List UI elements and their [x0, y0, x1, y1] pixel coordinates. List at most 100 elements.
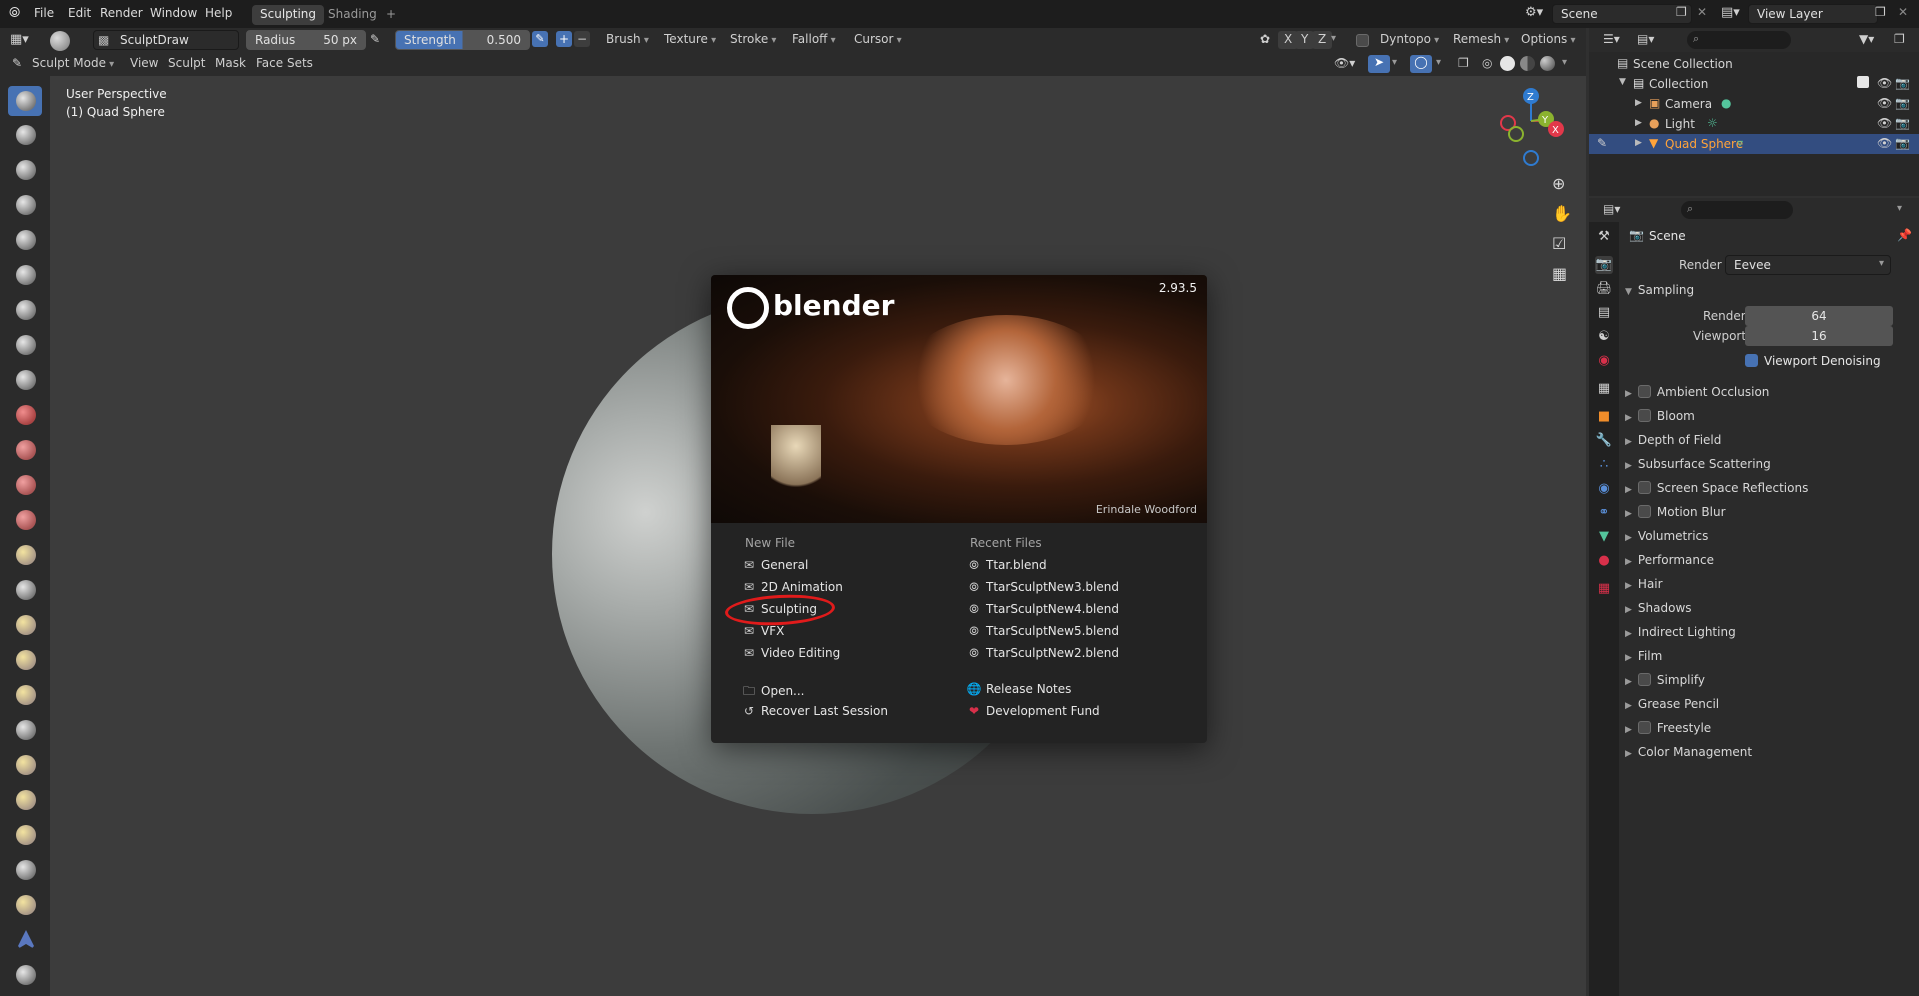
view-layer-field[interactable]: View Layer — [1748, 4, 1878, 24]
sculpt-menu[interactable]: Sculpt — [162, 55, 211, 73]
tool-inflate[interactable] — [8, 295, 42, 325]
new-file-video-editing[interactable]: ✉ Video Editing — [741, 646, 840, 660]
properties-search-input[interactable]: ⌕ — [1681, 201, 1793, 219]
tab-collection-icon[interactable]: ▦ — [1595, 380, 1613, 398]
gizmo-dropdown-icon[interactable]: ▾ — [1392, 57, 1397, 68]
section-subsurface-scattering[interactable]: ▶ Subsurface Scattering — [1625, 457, 1771, 471]
radius-field[interactable]: Radius 50 px — [246, 30, 366, 50]
symmetry-z-button[interactable]: Z — [1312, 31, 1333, 49]
section-hair[interactable]: ▶ Hair — [1625, 577, 1663, 591]
properties-editor-icon[interactable]: ▤▾ — [1603, 202, 1620, 216]
wireframe-shading-icon[interactable]: ◎ — [1482, 56, 1492, 70]
section-motion-blur[interactable]: ▶ Motion Blur — [1625, 505, 1726, 519]
texture-menu[interactable]: Texture — [658, 31, 722, 49]
mesh-data-icon[interactable]: ▿ — [1737, 136, 1743, 150]
ortho-grid-icon[interactable]: ▦ — [1552, 264, 1567, 283]
section-performance[interactable]: ▶ Performance — [1625, 553, 1714, 567]
tool-clay-strips[interactable] — [8, 190, 42, 220]
render-samples-field[interactable]: 64 — [1745, 306, 1893, 326]
strength-field[interactable]: Strength 0.500 — [395, 30, 530, 50]
tab-physics-icon[interactable]: ◉ — [1595, 480, 1613, 498]
brush-preview-icon[interactable] — [50, 31, 70, 51]
viewport-denoising-toggle[interactable]: Viewport Denoising — [1745, 354, 1881, 368]
radius-pressure-icon[interactable]: ✎ — [370, 32, 380, 46]
section-enable-checkbox[interactable] — [1637, 721, 1651, 734]
tab-modifiers-icon[interactable]: 🔧 — [1595, 432, 1613, 450]
tool-rotate[interactable] — [8, 820, 42, 850]
tab-particles-icon[interactable]: ∴ — [1595, 456, 1613, 474]
tab-sculpting[interactable]: Sculpting — [252, 5, 325, 25]
section-enable-checkbox[interactable] — [1637, 409, 1651, 422]
tool-fill[interactable] — [8, 470, 42, 500]
symmetry-icon[interactable]: ✿ — [1260, 32, 1270, 46]
mode-selector[interactable]: Sculpt Mode — [26, 55, 120, 73]
tab-view-layer-icon[interactable]: ▤ — [1595, 304, 1613, 322]
recent-file-5[interactable]: ⦾ TtarSculptNew2.blend — [966, 646, 1119, 661]
tool-snake-hook[interactable] — [8, 680, 42, 710]
camera-view-icon[interactable]: ☑ — [1552, 234, 1566, 253]
menu-file[interactable]: File — [34, 6, 54, 20]
recent-file-4[interactable]: ⦾ TtarSculptNew5.blend — [966, 624, 1119, 639]
outliner-row-light[interactable]: ▶ ● Light ☼ 👁 📷 — [1589, 114, 1919, 134]
tool-smooth[interactable] — [8, 400, 42, 430]
tab-texture-icon[interactable]: ▦ — [1595, 580, 1613, 598]
new-scene-icon[interactable]: ❐ — [1676, 5, 1687, 19]
outliner-row-quad-sphere[interactable]: ✎ ▶ ▼ Quad Sphere ▿ 👁 📷 — [1589, 134, 1919, 154]
shading-dropdown-icon[interactable]: ▾ — [1562, 57, 1567, 68]
section-grease-pencil[interactable]: ▶ Grease Pencil — [1625, 697, 1719, 711]
camera-eye-icon[interactable]: 👁 — [1877, 96, 1892, 110]
tool-draw[interactable] — [8, 86, 42, 116]
scene-name-field[interactable]: Scene — [1552, 4, 1692, 24]
stroke-menu[interactable]: Stroke — [724, 31, 782, 49]
direction-subtract-button[interactable]: − — [574, 31, 590, 47]
tab-tool-icon[interactable]: ⚒ — [1595, 228, 1613, 246]
mask-menu[interactable]: Mask — [209, 55, 252, 73]
tool-clay-thumb[interactable] — [8, 225, 42, 255]
menu-render[interactable]: Render — [100, 6, 143, 20]
tool-grab[interactable] — [8, 610, 42, 640]
strength-pressure-icon[interactable]: ✎ — [532, 31, 548, 47]
sculpt-edit-icon[interactable]: ✎ — [1597, 136, 1607, 150]
recent-file-1[interactable]: ⦾ Ttar.blend — [966, 558, 1046, 573]
delete-view-layer-icon[interactable]: ✕ — [1898, 5, 1908, 19]
new-view-layer-icon[interactable]: ❐ — [1875, 5, 1886, 19]
section-enable-checkbox[interactable] — [1637, 673, 1651, 686]
options-menu[interactable]: Options — [1515, 31, 1582, 49]
expand-quad-sphere-icon[interactable]: ▶ — [1635, 138, 1642, 148]
rendered-shading-icon[interactable] — [1540, 56, 1555, 71]
view-menu[interactable]: View — [124, 55, 164, 73]
outliner-row-scene-collection[interactable]: ▤ Scene Collection — [1589, 54, 1919, 74]
open-file-button[interactable]: 🗀 Open... — [741, 682, 805, 703]
expand-collection-icon[interactable]: ▼ — [1619, 77, 1626, 87]
direction-add-button[interactable]: + — [556, 31, 572, 47]
tool-cloth[interactable] — [8, 925, 42, 955]
tool-pinch[interactable] — [8, 575, 42, 605]
section-color-management[interactable]: ▶ Color Management — [1625, 745, 1752, 759]
new-collection-icon[interactable]: ❐ — [1894, 32, 1905, 46]
release-notes-link[interactable]: 🌐 Release Notes — [966, 682, 1072, 696]
brush-menu[interactable]: Brush — [600, 31, 655, 49]
outliner-search-input[interactable]: ⌕ — [1687, 31, 1791, 49]
symmetry-dropdown-icon[interactable]: ▾ — [1331, 33, 1336, 44]
zoom-icon[interactable]: ⊕ — [1552, 174, 1565, 193]
recent-file-3[interactable]: ⦾ TtarSculptNew4.blend — [966, 602, 1119, 617]
section-ambient-occlusion[interactable]: ▶ Ambient Occlusion — [1625, 385, 1769, 399]
section-film[interactable]: ▶ Film — [1625, 649, 1662, 663]
tab-output-icon[interactable]: 🖨 — [1595, 280, 1613, 298]
display-mode-icon[interactable]: ▤▾ — [1637, 32, 1654, 46]
overlays-dropdown-icon[interactable]: ▾ — [1436, 57, 1441, 68]
menu-help[interactable]: Help — [205, 6, 232, 20]
new-file-vfx[interactable]: ✉ VFX — [741, 624, 784, 638]
dyntopo-checkbox[interactable] — [1356, 34, 1369, 47]
pin-icon[interactable]: 📌 — [1897, 228, 1912, 242]
section-indirect-lighting[interactable]: ▶ Indirect Lighting — [1625, 625, 1736, 639]
filter-icon[interactable]: ▼▾ — [1859, 32, 1874, 46]
outliner-row-camera[interactable]: ▶ ▣ Camera ● 👁 📷 — [1589, 94, 1919, 114]
development-fund-link[interactable]: ❤ Development Fund — [966, 704, 1100, 718]
section-screen-space-reflections[interactable]: ▶ Screen Space Reflections — [1625, 481, 1808, 495]
section-simplify[interactable]: ▶ Simplify — [1625, 673, 1705, 687]
tool-crease[interactable] — [8, 365, 42, 395]
solid-shading-icon[interactable] — [1500, 56, 1515, 71]
section-enable-checkbox[interactable] — [1637, 505, 1651, 518]
new-file-2d-animation[interactable]: ✉ 2D Animation — [741, 580, 843, 594]
